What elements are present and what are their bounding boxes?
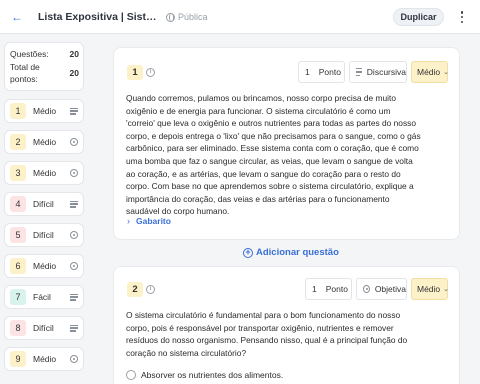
radio-button[interactable] [126, 370, 136, 380]
plus-circle-icon: + [243, 247, 253, 258]
question-type-label: Discursiva [366, 67, 406, 77]
question-number: 1 [127, 65, 143, 80]
sidebar-question-number: 7 [10, 289, 26, 305]
sidebar-question-difficulty: Médio [33, 106, 57, 116]
sidebar-question-difficulty: Médio [33, 261, 57, 271]
more-options-icon[interactable] [458, 9, 466, 25]
discursive-icon [70, 107, 78, 115]
sidebar-question-item[interactable]: 3 Médio [4, 161, 84, 185]
questions-count-value: 20 [69, 49, 79, 59]
discursive-icon [356, 68, 362, 76]
points-unit: Ponto [318, 67, 341, 77]
points-unit: Ponto [325, 284, 348, 294]
difficulty-label: Médio [417, 284, 441, 294]
add-question-button[interactable]: + Adicionar questão [243, 247, 339, 258]
sidebar-question-number: 8 [10, 320, 26, 336]
sidebar-question-item[interactable]: 1 Médio [4, 99, 84, 123]
sidebar-question-number: 5 [10, 227, 26, 243]
sidebar-question-number: 9 [10, 351, 26, 367]
answer-key-label: Gabarito [136, 216, 171, 226]
sidebar-question-item[interactable]: 4 Difícil [4, 192, 84, 216]
total-points-label: Total de [10, 62, 40, 72]
visibility-label: Pública [178, 12, 208, 22]
sidebar-question-number: 1 [10, 103, 26, 119]
difficulty-select[interactable]: Médio ⌄ [411, 278, 450, 300]
duplicate-button[interactable]: Duplicar [393, 8, 444, 26]
questions-count-label: Questões: [10, 49, 49, 59]
sidebar-question-difficulty: Fácil [33, 292, 51, 302]
objective-icon [70, 262, 78, 270]
sidebar-question-item[interactable]: 8 Difícil [4, 316, 84, 340]
question-number: 2 [127, 282, 143, 297]
objective-icon [70, 355, 78, 363]
points-field[interactable]: 1 Ponto [305, 278, 352, 300]
answer-key-toggle[interactable]: › Gabarito [127, 216, 171, 226]
globe-icon [166, 12, 175, 22]
sidebar-question-number: 2 [10, 134, 26, 150]
question-sidebar: Questões: 20 Total de pontos: 20 1 Médio 2… [4, 42, 84, 371]
total-points-label-2: pontos: [10, 74, 38, 84]
sidebar-question-item[interactable]: 7 Fácil [4, 285, 84, 309]
question-text: O sistema circulatório é fundamental par… [126, 310, 408, 358]
difficulty-select[interactable]: Médio ⌄ [411, 61, 450, 83]
summary-panel: Questões: 20 Total de pontos: 20 [4, 42, 84, 91]
points-value: 1 [305, 67, 310, 77]
difficulty-label: Médio [417, 67, 441, 77]
sidebar-question-difficulty: Difícil [33, 323, 54, 333]
info-icon[interactable]: i [146, 68, 155, 77]
objective-icon [70, 169, 78, 177]
discursive-icon [70, 324, 78, 332]
question-card: 1 i 1 Ponto Discursiva Médio ⌄ Quando co… [113, 47, 460, 240]
points-value: 1 [312, 284, 317, 294]
discursive-icon [70, 200, 78, 208]
chevron-down-icon: ⌄ [443, 286, 450, 293]
sidebar-question-difficulty: Médio [33, 137, 57, 147]
back-arrow-icon[interactable]: ← [10, 10, 24, 24]
top-bar: ← Lista Expositiva | Sistema Circulatóri… [0, 0, 480, 34]
option-label: Absorver os nutrientes dos alimentos. [141, 370, 284, 380]
points-field[interactable]: 1 Ponto [298, 61, 345, 83]
sidebar-question-difficulty: Médio [33, 168, 57, 178]
sidebar-question-number: 4 [10, 196, 26, 212]
sidebar-question-item[interactable]: 9 Médio [4, 347, 84, 371]
objective-icon [70, 231, 78, 239]
chevron-down-icon: ⌄ [443, 69, 450, 76]
sidebar-question-number: 3 [10, 165, 26, 181]
add-question-label: Adicionar questão [256, 247, 339, 258]
page-title: Lista Expositiva | Sistema Circulatório [38, 11, 158, 23]
chevron-right-icon: › [127, 216, 130, 226]
sidebar-question-item[interactable]: 6 Médio [4, 254, 84, 278]
question-card: 2 i 1 Ponto Objetiva Médio ⌄ O sistema c… [113, 266, 460, 384]
objective-icon [363, 285, 370, 293]
discursive-icon [70, 293, 78, 301]
sidebar-question-difficulty: Difícil [33, 199, 54, 209]
sidebar-question-difficulty: Difícil [33, 230, 54, 240]
question-type-label: Objetiva [374, 284, 406, 294]
visibility-indicator: Pública [166, 11, 208, 23]
question-type-select[interactable]: Objetiva [356, 278, 407, 300]
sidebar-question-item[interactable]: 5 Difícil [4, 223, 84, 247]
question-type-select[interactable]: Discursiva [349, 61, 407, 83]
sidebar-question-difficulty: Médio [33, 354, 57, 364]
question-text: Quando corremos, pulamos ou brincamos, n… [126, 93, 421, 217]
objective-icon [70, 138, 78, 146]
info-icon[interactable]: i [146, 285, 155, 294]
total-points-value: 20 [69, 68, 79, 78]
answer-option[interactable]: Absorver os nutrientes dos alimentos. [126, 370, 283, 380]
sidebar-question-item[interactable]: 2 Médio [4, 130, 84, 154]
sidebar-question-number: 6 [10, 258, 26, 274]
